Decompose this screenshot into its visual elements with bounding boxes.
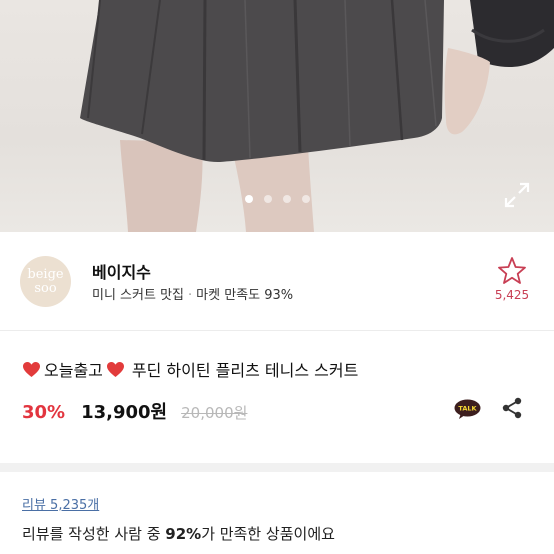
talk-label: TALK [458, 405, 477, 413]
market-satisfaction: 마켓 만족도 93% [196, 288, 294, 303]
carousel-dot[interactable] [301, 195, 310, 203]
talk-button[interactable]: TALK [454, 399, 481, 420]
satisfaction-percent: 92% [165, 525, 202, 543]
carousel-dot[interactable] [263, 195, 272, 203]
share-icon [502, 397, 522, 419]
carousel-indicator [0, 195, 554, 203]
expand-icon [504, 182, 530, 208]
title-text: 푸딘 하이틴 플리츠 테니스 스커트 [131, 361, 359, 380]
price-row: 30% 13,900원 20,000원 [22, 398, 247, 424]
shop-meta: 미니 스커트 맛집 · 마켓 만족도 93% [92, 284, 293, 303]
review-count-link[interactable]: 리뷰 5,235개 [22, 494, 99, 513]
seller-section[interactable]: beige soo 베이지수 미니 스커트 맛집 · 마켓 만족도 93% [0, 232, 554, 331]
section-divider [0, 463, 554, 472]
star-icon [498, 257, 526, 284]
shop-name[interactable]: 베이지수 [92, 259, 151, 283]
original-price: 20,000원 [181, 404, 248, 422]
favorite-count: 5,425 [494, 288, 530, 302]
carousel-dot[interactable] [282, 195, 291, 203]
heart-icon [106, 361, 124, 377]
share-button[interactable] [500, 396, 524, 420]
product-title: 오늘출고 푸딘 하이틴 플리츠 테니스 스커트 [22, 357, 358, 381]
product-image[interactable] [0, 0, 554, 232]
favorite-button[interactable] [495, 254, 529, 288]
expand-image-button[interactable] [502, 180, 532, 210]
sale-price: 13,900원 [81, 402, 168, 423]
review-summary: 리뷰를 작성한 사람 중 92%가 만족한 상품이에요 [22, 525, 335, 543]
talk-icon: TALK [454, 399, 481, 419]
discount-rate: 30% [22, 402, 66, 423]
title-prefix: 오늘출고 [44, 361, 103, 380]
separator: · [188, 288, 193, 303]
carousel-dot[interactable] [244, 195, 253, 203]
shop-tagline: 미니 스커트 맛집 [92, 288, 184, 303]
heart-icon [23, 361, 40, 377]
shop-logo[interactable]: beige soo [20, 256, 71, 307]
